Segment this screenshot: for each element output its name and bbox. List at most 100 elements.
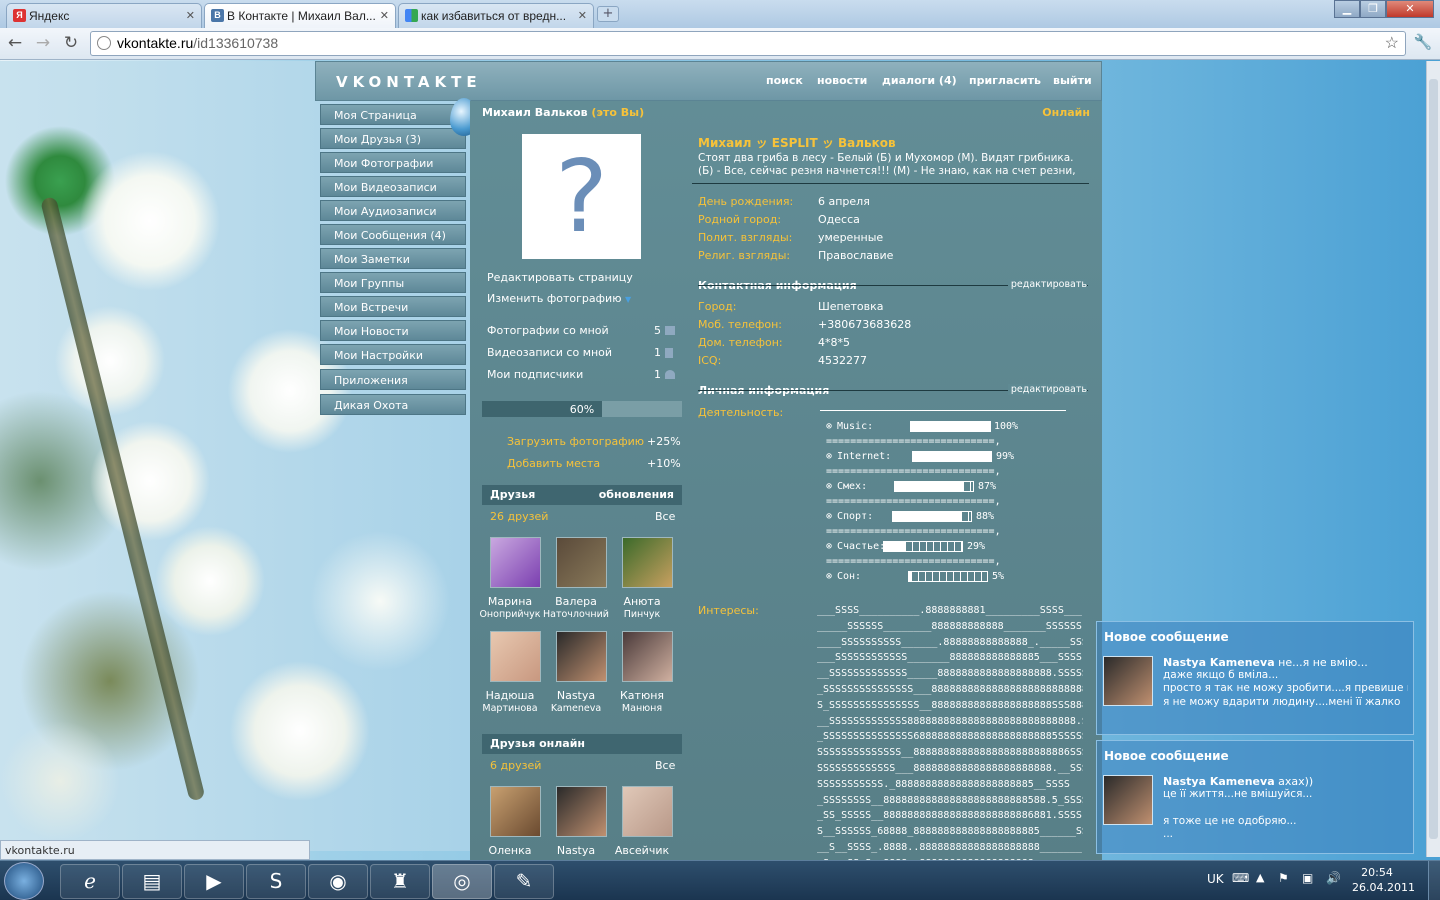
menu-messages[interactable]: Мои Сообщения (4) xyxy=(320,224,466,245)
bookmark-star-icon[interactable]: ☆ xyxy=(1385,33,1399,53)
show-desktop-button[interactable] xyxy=(1428,861,1440,900)
menu-audio[interactable]: Мои Аудиозаписи xyxy=(320,200,466,221)
tab-google[interactable]: как избавиться от вредн... ✕ xyxy=(398,3,594,28)
game-icon[interactable]: ◉ xyxy=(308,864,368,899)
nav-logout[interactable]: выйти xyxy=(1053,74,1092,87)
info-value[interactable]: 6 апреля xyxy=(818,195,870,208)
start-orb-icon[interactable] xyxy=(4,862,44,900)
online-friends-title[interactable]: Друзья онлайн xyxy=(490,737,585,750)
friends-count[interactable]: 26 друзей xyxy=(490,510,548,523)
flag-icon[interactable]: ⚑ xyxy=(1278,871,1289,885)
page-scrollbar[interactable] xyxy=(1426,61,1440,857)
counter-subscribers[interactable]: Мои подписчики xyxy=(487,368,583,381)
friend-avatar[interactable] xyxy=(490,537,541,588)
contact-value[interactable]: +380673683628 xyxy=(818,318,911,331)
menu-settings[interactable]: Мои Настройки xyxy=(320,344,466,365)
keyboard-icon[interactable]: ⌨ xyxy=(1232,871,1249,885)
minimize-button[interactable]: ▁ xyxy=(1334,0,1360,18)
friend-first-name[interactable]: Nastya xyxy=(543,689,609,702)
back-icon[interactable]: ← xyxy=(4,33,26,53)
counter-photos[interactable]: Фотографии со мной xyxy=(487,324,609,337)
vk-logo[interactable]: VKONTAKTE xyxy=(336,73,482,91)
friend-last-name[interactable]: Пинчук xyxy=(609,608,675,621)
friend-avatar[interactable] xyxy=(556,631,607,682)
friends-title[interactable]: Друзья xyxy=(490,488,535,501)
menu-friends[interactable]: Мои Друзья (3) xyxy=(320,128,466,149)
warcraft-icon[interactable]: ♜ xyxy=(370,864,430,899)
friends-updates-link[interactable]: обновления xyxy=(599,488,674,501)
edit-page-link[interactable]: Редактировать страницу xyxy=(487,271,633,284)
task-add-places[interactable]: Добавить места xyxy=(507,457,600,470)
wrench-icon[interactable]: 🔧 xyxy=(1412,33,1434,51)
info-value[interactable]: Православие xyxy=(818,249,893,262)
forward-icon[interactable]: → xyxy=(32,33,54,53)
nav-news[interactable]: новости xyxy=(817,74,867,87)
sender-name[interactable]: Nastya Kameneva xyxy=(1163,656,1275,669)
media-player-icon[interactable]: ▶ xyxy=(184,864,244,899)
online-friends-count[interactable]: 6 друзей xyxy=(490,759,541,772)
menu-photos[interactable]: Мои Фотографии xyxy=(320,152,466,173)
friend-first-name[interactable]: Надюша xyxy=(477,689,543,702)
close-icon[interactable]: ✕ xyxy=(380,9,389,22)
menu-videos[interactable]: Мои Видеозаписи xyxy=(320,176,466,197)
info-value[interactable]: умеренные xyxy=(818,231,883,244)
menu-wild-hunt[interactable]: Дикая Охота xyxy=(320,394,466,415)
skype-icon[interactable]: S xyxy=(246,864,306,899)
sender-avatar[interactable] xyxy=(1103,775,1153,825)
menu-notes[interactable]: Мои Заметки xyxy=(320,248,466,269)
tab-yandex[interactable]: Я Яндекс ✕ xyxy=(6,3,202,28)
friend-first-name[interactable]: Валера xyxy=(543,595,609,608)
online-friend-avatar[interactable] xyxy=(490,786,541,837)
explorer-icon[interactable]: ▤ xyxy=(122,864,182,899)
sender-avatar[interactable] xyxy=(1103,656,1153,706)
notification-popup[interactable]: Новое сообщение Nastya Kameneva не...я не… xyxy=(1096,621,1414,735)
contact-value[interactable]: 4532277 xyxy=(818,354,867,367)
online-friend-avatar[interactable] xyxy=(556,786,607,837)
friend-first-name[interactable]: Катюня xyxy=(609,689,675,702)
sender-name[interactable]: Nastya Kameneva xyxy=(1163,775,1275,788)
close-icon[interactable]: ✕ xyxy=(186,9,195,22)
nav-search[interactable]: поиск xyxy=(766,74,803,87)
friends-all-link[interactable]: Все xyxy=(655,510,675,523)
friend-last-name[interactable]: Оноприйчук xyxy=(477,608,543,621)
clock[interactable]: 20:54 26.04.2011 xyxy=(1352,865,1415,895)
profile-avatar[interactable]: ? xyxy=(522,134,641,259)
ie-icon[interactable]: ℯ xyxy=(60,864,120,899)
friend-last-name[interactable]: Мартинова xyxy=(477,702,543,715)
friend-avatar[interactable] xyxy=(556,537,607,588)
contact-value[interactable]: Шепетовка xyxy=(818,300,884,313)
maximize-button[interactable]: ❐ xyxy=(1360,0,1386,18)
friend-first-name[interactable]: Марина xyxy=(477,595,543,608)
window-close-button[interactable]: ✕ xyxy=(1386,0,1434,18)
volume-icon[interactable]: 🔊 xyxy=(1326,871,1341,885)
paint-icon[interactable]: ✎ xyxy=(494,864,554,899)
menu-my-page[interactable]: Моя Страница xyxy=(320,104,466,125)
online-friend-name[interactable]: Nastya xyxy=(543,844,609,857)
friend-last-name[interactable]: Kameneva xyxy=(543,702,609,715)
counter-videos[interactable]: Видеозаписи со мной xyxy=(487,346,612,359)
menu-events[interactable]: Мои Встречи xyxy=(320,296,466,317)
online-friend-avatar[interactable] xyxy=(622,786,673,837)
online-friends-all-link[interactable]: Все xyxy=(655,759,675,772)
new-tab-button[interactable]: + xyxy=(597,6,619,22)
network-icon[interactable]: ▣ xyxy=(1302,871,1313,885)
friend-first-name[interactable]: Анюта xyxy=(609,595,675,608)
personal-edit-link[interactable]: редактировать xyxy=(1007,384,1087,395)
online-friend-name[interactable]: Оленка xyxy=(477,844,543,857)
change-photo-link[interactable]: Изменить фотографию ▼ xyxy=(487,292,631,305)
language-indicator[interactable]: UK xyxy=(1207,872,1224,886)
friend-avatar[interactable] xyxy=(622,537,673,588)
contact-edit-link[interactable]: редактировать xyxy=(1007,279,1087,290)
menu-news[interactable]: Мои Новости xyxy=(320,320,466,341)
reload-icon[interactable]: ↻ xyxy=(60,33,82,53)
task-upload-photo[interactable]: Загрузить фотографию xyxy=(507,435,644,448)
chrome-icon[interactable]: ◎ xyxy=(432,864,492,899)
close-icon[interactable]: ✕ xyxy=(578,9,587,22)
contact-value[interactable]: 4*8*5 xyxy=(818,336,850,349)
tab-vkontakte[interactable]: B В Контакте | Михаил Вал... ✕ xyxy=(204,3,396,29)
menu-apps[interactable]: Приложения xyxy=(320,369,466,390)
nav-dialogs[interactable]: диалоги (4) xyxy=(882,74,957,87)
status-text[interactable]: Стоят два гриба в лесу - Белый (Б) и Мух… xyxy=(698,152,1083,180)
scrollbar-thumb[interactable] xyxy=(1429,79,1438,839)
menu-groups[interactable]: Мои Группы xyxy=(320,272,466,293)
